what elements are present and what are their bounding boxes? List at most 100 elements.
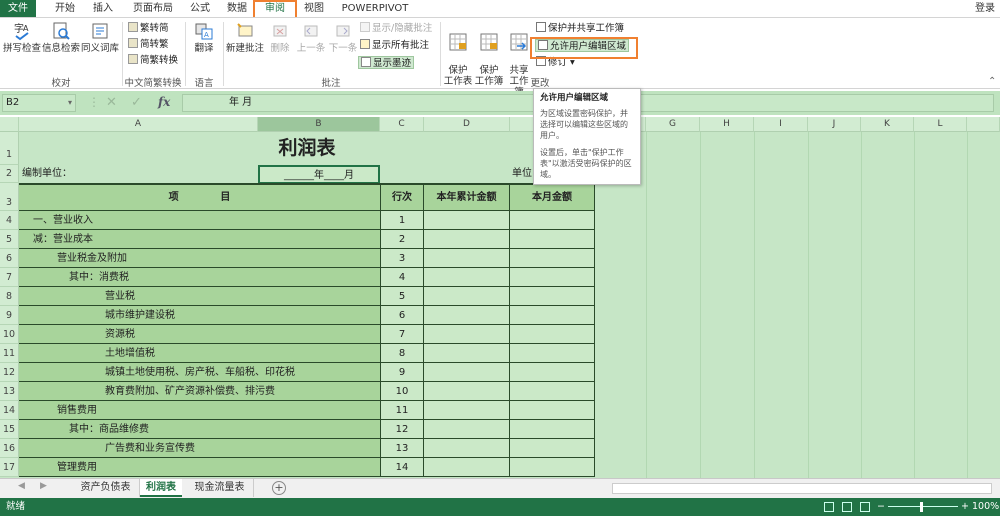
month-amount-cell[interactable] xyxy=(510,344,595,363)
column-header[interactable] xyxy=(967,117,1000,132)
spelling-button[interactable]: 字A 拼写检查 xyxy=(3,21,41,54)
month-amount-cell[interactable] xyxy=(510,249,595,268)
row-header[interactable]: 5 xyxy=(0,230,19,249)
page-break-icon[interactable] xyxy=(860,502,870,512)
item-cell[interactable]: 营业税 xyxy=(19,287,380,306)
line-number-cell[interactable]: 9 xyxy=(380,363,424,382)
ytd-amount-cell[interactable] xyxy=(424,401,510,420)
cancel-icon[interactable]: ✕ xyxy=(106,95,117,110)
convert-button[interactable]: 简繁转换 xyxy=(128,54,178,67)
header-line[interactable]: 行次 xyxy=(380,183,424,211)
tab-file[interactable]: 文件 xyxy=(0,0,36,17)
ytd-amount-cell[interactable] xyxy=(424,287,510,306)
sheet-title[interactable]: 利润表 xyxy=(19,132,595,165)
column-header[interactable]: J xyxy=(808,117,861,132)
line-number-cell[interactable]: 10 xyxy=(380,382,424,401)
select-all-corner[interactable] xyxy=(0,117,19,132)
column-header[interactable]: K xyxy=(861,117,914,132)
ytd-amount-cell[interactable] xyxy=(424,249,510,268)
date-cell[interactable]: ______年____月 xyxy=(258,165,380,184)
translate-button[interactable]: A 翻译 xyxy=(190,21,218,54)
name-box[interactable]: B2 ▾ xyxy=(2,94,76,112)
row-header[interactable]: 9 xyxy=(0,306,19,325)
line-number-cell[interactable]: 13 xyxy=(380,439,424,458)
item-cell[interactable]: 土地增值税 xyxy=(19,344,380,363)
item-cell[interactable]: 营业税金及附加 xyxy=(19,249,380,268)
tab-powerpivot[interactable]: POWERPIVOT xyxy=(338,0,412,17)
zoom-out-icon[interactable]: − xyxy=(877,498,885,516)
header-item[interactable]: 项 目 xyxy=(19,183,380,211)
line-number-cell[interactable]: 14 xyxy=(380,458,424,477)
month-amount-cell[interactable] xyxy=(510,439,595,458)
column-header[interactable]: G xyxy=(646,117,700,132)
ytd-amount-cell[interactable] xyxy=(424,211,510,230)
month-amount-cell[interactable] xyxy=(510,401,595,420)
add-sheet-icon[interactable]: + xyxy=(272,481,286,495)
row-header[interactable]: 7 xyxy=(0,268,19,287)
protect-share-button[interactable]: 保护并共享工作簿 xyxy=(536,22,624,35)
ytd-amount-cell[interactable] xyxy=(424,230,510,249)
row-header[interactable]: 8 xyxy=(0,287,19,306)
line-number-cell[interactable]: 5 xyxy=(380,287,424,306)
login-link[interactable]: 登录 xyxy=(970,0,1000,17)
zoom-in-icon[interactable]: + xyxy=(961,498,969,516)
item-cell[interactable]: 减：营业成本 xyxy=(19,230,380,249)
column-header[interactable]: D xyxy=(424,117,510,132)
column-header[interactable]: H xyxy=(700,117,754,132)
next-comment-button[interactable]: 下一条 xyxy=(328,21,358,54)
month-amount-cell[interactable] xyxy=(510,382,595,401)
thesaurus-button[interactable]: 同义词库 xyxy=(80,21,120,54)
ytd-amount-cell[interactable] xyxy=(424,439,510,458)
column-header[interactable]: C xyxy=(380,117,424,132)
ytd-amount-cell[interactable] xyxy=(424,325,510,344)
month-amount-cell[interactable] xyxy=(510,268,595,287)
row-header[interactable]: 16 xyxy=(0,439,19,458)
line-number-cell[interactable]: 12 xyxy=(380,420,424,439)
item-cell[interactable]: 其中：商品维修费 xyxy=(19,420,380,439)
month-amount-cell[interactable] xyxy=(510,420,595,439)
research-button[interactable]: 信息检索 xyxy=(42,21,80,54)
row-header[interactable]: 12 xyxy=(0,363,19,382)
month-amount-cell[interactable] xyxy=(510,458,595,477)
show-ink-button[interactable]: 显示墨迹 xyxy=(358,56,415,69)
scroll-right-icon[interactable]: ▶ xyxy=(40,481,47,491)
line-number-cell[interactable]: 3 xyxy=(380,249,424,268)
tab-insert[interactable]: 插入 xyxy=(86,0,120,17)
item-cell[interactable]: 广告费和业务宣传费 xyxy=(19,439,380,458)
ytd-amount-cell[interactable] xyxy=(424,344,510,363)
collapse-ribbon-icon[interactable]: ⌃ xyxy=(988,76,996,87)
scroll-left-icon[interactable]: ◀ xyxy=(18,481,25,491)
normal-view-icon[interactable] xyxy=(824,502,834,512)
enter-icon[interactable]: ✓ xyxy=(131,95,142,110)
ytd-amount-cell[interactable] xyxy=(424,363,510,382)
show-hide-comment-button[interactable]: 显示/隐藏批注 xyxy=(360,22,432,35)
header-ytd[interactable]: 本年累计金额 xyxy=(424,183,510,211)
month-amount-cell[interactable] xyxy=(510,363,595,382)
row-header[interactable]: 10 xyxy=(0,325,19,344)
delete-comment-button[interactable]: 删除 xyxy=(266,21,294,54)
month-amount-cell[interactable] xyxy=(510,287,595,306)
item-cell[interactable]: 教育费附加、矿产资源补偿费、排污费 xyxy=(19,382,380,401)
row-header[interactable]: 4 xyxy=(0,211,19,230)
line-number-cell[interactable]: 7 xyxy=(380,325,424,344)
row-header[interactable]: 3 xyxy=(0,183,19,211)
tab-data[interactable]: 数据 xyxy=(221,0,253,17)
to-simplified-button[interactable]: 繁转简 xyxy=(128,22,169,35)
item-cell[interactable]: 其中：消费税 xyxy=(19,268,380,287)
column-header[interactable]: B xyxy=(258,117,380,132)
month-amount-cell[interactable] xyxy=(510,325,595,344)
sheet-tab-active[interactable]: 利润表 xyxy=(140,479,182,497)
row-header[interactable]: 2 xyxy=(0,165,19,183)
line-number-cell[interactable]: 4 xyxy=(380,268,424,287)
sheet-tab[interactable]: 现金流量表 xyxy=(186,479,254,497)
new-comment-button[interactable]: 新建批注 xyxy=(226,21,264,54)
row-header[interactable]: 11 xyxy=(0,344,19,363)
row-header[interactable]: 14 xyxy=(0,401,19,420)
ytd-amount-cell[interactable] xyxy=(424,420,510,439)
month-amount-cell[interactable] xyxy=(510,230,595,249)
row-header[interactable]: 15 xyxy=(0,420,19,439)
item-cell[interactable]: 一、营业收入 xyxy=(19,211,380,230)
unit-label[interactable]: 编制单位： xyxy=(22,165,252,183)
tab-view[interactable]: 视图 xyxy=(298,0,330,17)
item-cell[interactable]: 销售费用 xyxy=(19,401,380,420)
